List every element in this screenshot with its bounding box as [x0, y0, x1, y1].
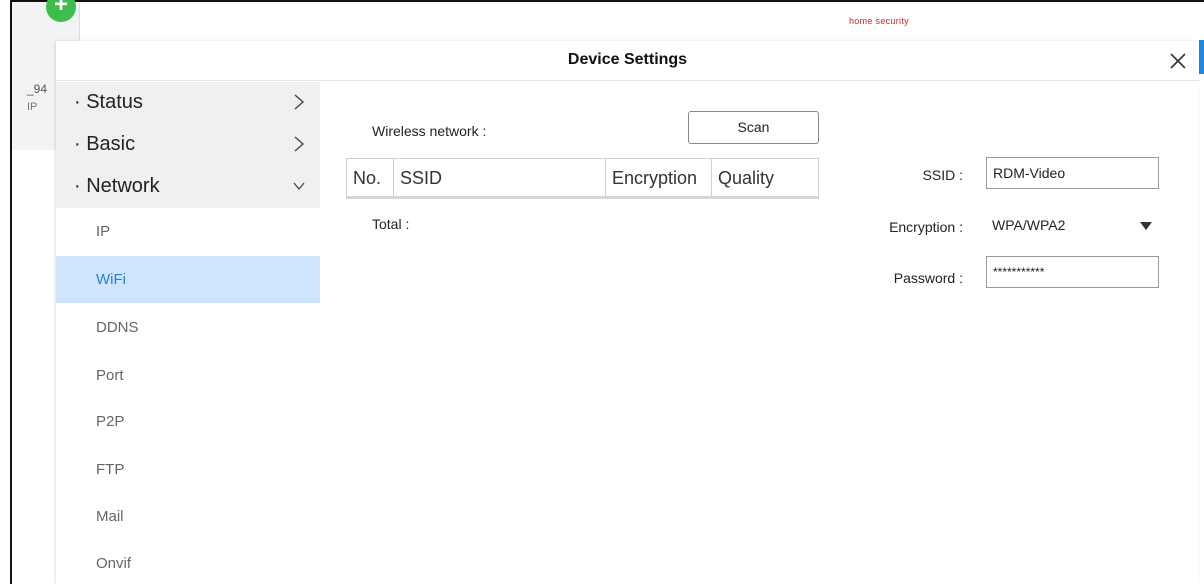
scan-button[interactable]: Scan [688, 111, 819, 144]
encryption-selected-value: WPA/WPA2 [992, 217, 1066, 233]
sidebar-item-basic[interactable]: · Basic [56, 124, 320, 166]
sidebar-item-network[interactable]: · Network [56, 166, 320, 208]
sidebar-item-label: Port [96, 367, 124, 384]
background-ip-text: IP [27, 101, 38, 113]
password-input[interactable] [986, 256, 1159, 288]
sidebar-item-label: Onvif [96, 555, 132, 572]
background-device-text: _94 [27, 82, 48, 96]
ssid-input[interactable] [986, 157, 1159, 189]
sidebar-item-label: · Status [74, 91, 143, 113]
password-label: Password : [893, 270, 963, 286]
sidebar-item-ddns[interactable]: DDNS [56, 304, 320, 351]
sidebar-item-mail[interactable]: Mail [56, 493, 320, 540]
sidebar-item-onvif[interactable]: Onvif [56, 540, 320, 584]
close-icon[interactable] [1167, 50, 1189, 72]
sidebar-item-ip[interactable]: IP [56, 208, 320, 255]
sidebar-item-label: IP [96, 223, 111, 240]
dialog-title-bar: Device Settings [56, 41, 1199, 81]
wireless-network-label: Wireless network : [372, 123, 487, 139]
sidebar-item-ftp[interactable]: FTP [56, 446, 320, 493]
encryption-select[interactable]: WPA/WPA2 [986, 209, 1159, 241]
background-scroll-indicator [1199, 40, 1204, 74]
sidebar-item-label: WiFi [96, 271, 126, 288]
sidebar-item-label: P2P [96, 413, 125, 430]
sidebar-item-label: DDNS [96, 319, 139, 336]
total-label: Total : [372, 216, 410, 232]
brand-text: home security [849, 16, 909, 26]
column-header-encryption[interactable]: Encryption [606, 159, 712, 196]
chevron-down-icon [293, 182, 305, 191]
sidebar-item-wifi[interactable]: WiFi [56, 256, 320, 303]
dialog-title: Device Settings [567, 51, 688, 68]
wifi-network-table-header: No. SSID Encryption Quality [346, 158, 819, 199]
sidebar-item-label: · Network [74, 175, 160, 197]
dropdown-arrow-icon [1140, 222, 1152, 230]
sidebar-item-label: FTP [96, 461, 125, 478]
device-settings-dialog: Device Settings · Status · Basic · Netwo… [56, 41, 1199, 584]
encryption-label: Encryption : [889, 219, 963, 235]
settings-sidebar: · Status · Basic · Network IP WiFi DDNS … [56, 82, 320, 584]
ssid-label: SSID : [922, 167, 963, 183]
sidebar-item-port[interactable]: Port [56, 352, 320, 399]
sidebar-item-p2p[interactable]: P2P [56, 398, 320, 445]
chevron-right-icon [294, 94, 305, 110]
sidebar-item-label: Mail [96, 508, 124, 525]
column-header-ssid[interactable]: SSID [394, 159, 606, 196]
sidebar-item-label: · Basic [74, 133, 136, 155]
sidebar-item-status[interactable]: · Status [56, 82, 320, 124]
column-header-no[interactable]: No. [347, 159, 394, 196]
chevron-right-icon [294, 136, 305, 152]
